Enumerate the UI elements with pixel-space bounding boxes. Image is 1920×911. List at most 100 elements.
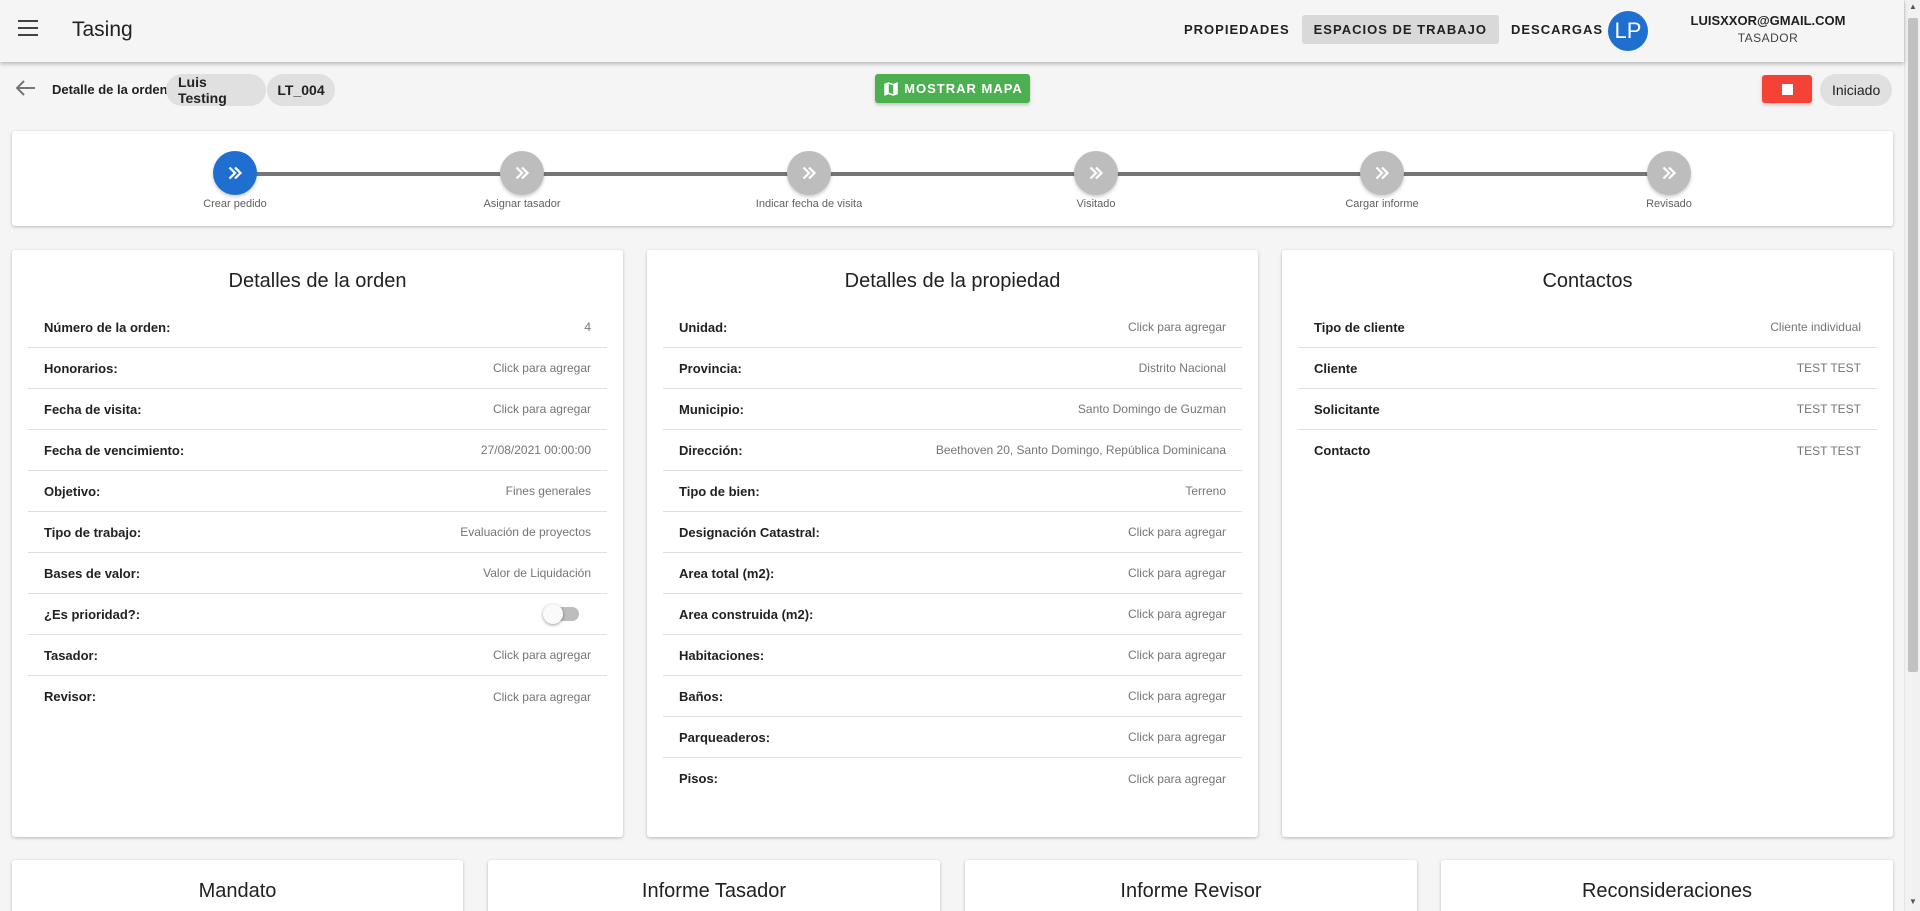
row-label: Objetivo: [44,483,101,499]
menu-icon[interactable] [18,20,38,36]
contact-row[interactable]: Tipo de cliente Cliente individual [1298,307,1877,348]
row-label: Revisor: [44,689,97,704]
row-label: Area total (m2): [679,565,775,581]
row-label: Contacto [1314,443,1371,458]
row-label: Fecha de vencimiento: [44,442,185,458]
row-value[interactable]: Evaluación de proyectos [460,525,591,539]
row-value[interactable]: Click para agregar [1128,648,1226,662]
order-row-tasador[interactable]: Tasador: Click para agregar [28,635,607,676]
contact-row[interactable]: Contacto TEST TEST [1298,430,1877,471]
row-label: Fecha de visita: [44,401,142,417]
step-chevron-icon [1360,151,1404,195]
contact-row[interactable]: Cliente TEST TEST [1298,348,1877,389]
app-bar: Tasing PROPIEDADES ESPACIOS DE TRABAJO D… [0,0,1904,62]
order-code-chip[interactable]: LT_004 [267,74,335,106]
step-label: Cargar informe [1345,198,1419,210]
property-row[interactable]: Baños: Click para agregar [663,676,1242,717]
show-map-button[interactable]: MOSTRAR MAPA [875,74,1030,103]
row-value[interactable]: Click para agregar [1128,607,1226,621]
nav-propiedades[interactable]: PROPIEDADES [1172,15,1302,44]
row-value[interactable]: Valor de Liquidación [483,566,591,580]
back-arrow-icon[interactable] [15,80,36,96]
step-indicar-fecha[interactable]: Indicar fecha de visita [734,151,884,210]
row-value: TEST TEST [1796,361,1861,375]
row-label: Número de la orden: [44,319,171,335]
row-value[interactable]: Click para agregar [1128,525,1226,539]
mandato-card: Mandato [12,860,463,911]
row-value: Cliente individual [1770,320,1861,334]
contact-row[interactable]: Solicitante TEST TEST [1298,389,1877,430]
row-value[interactable]: Beethoven 20, Santo Domingo, República D… [936,443,1226,457]
property-row[interactable]: Municipio: Santo Domingo de Guzman [663,389,1242,430]
row-label: Unidad: [679,319,728,335]
user-email: LUISXXOR@GMAIL.COM [1690,13,1846,28]
row-value[interactable]: Click para agregar [1128,320,1226,334]
row-value: TEST TEST [1796,402,1861,416]
avatar[interactable]: LP [1608,11,1648,51]
row-label: Designación Catastral: [679,524,820,540]
step-crear-pedido[interactable]: Crear pedido [160,151,310,210]
order-row-tipo-trabajo[interactable]: Tipo de trabajo: Evaluación de proyectos [28,512,607,553]
row-value[interactable]: Click para agregar [1128,566,1226,580]
order-row-fecha-visita[interactable]: Fecha de visita: Click para agregar [28,389,607,430]
nav-descargas[interactable]: DESCARGAS [1499,15,1615,44]
property-row[interactable]: Habitaciones: Click para agregar [663,635,1242,676]
property-row[interactable]: Tipo de bien: Terreno [663,471,1242,512]
reconsideraciones-card: Reconsideraciones [1441,860,1893,911]
property-row[interactable]: Parqueaderos: Click para agregar [663,717,1242,758]
step-cargar-informe[interactable]: Cargar informe [1307,151,1457,210]
row-label: Bases de valor: [44,565,141,581]
scroll-down-icon[interactable]: ▼ [1909,898,1917,906]
step-chevron-icon [1074,151,1118,195]
property-row[interactable]: Pisos: Click para agregar [663,758,1242,799]
step-chevron-icon [213,151,257,195]
nav-espacios-de-trabajo[interactable]: ESPACIOS DE TRABAJO [1301,15,1499,44]
property-row[interactable]: Designación Catastral: Click para agregar [663,512,1242,553]
order-row-bases-valor[interactable]: Bases de valor: Valor de Liquidación [28,553,607,594]
row-value[interactable]: Click para agregar [1128,730,1226,744]
card-title: Detalles de la orden [228,270,407,292]
client-chip[interactable]: Luis Testing [166,74,266,106]
row-label: Tipo de bien: [679,483,760,499]
property-row[interactable]: Dirección: Beethoven 20, Santo Domingo, R… [663,430,1242,471]
order-row-fecha-vencimiento[interactable]: Fecha de vencimiento: 27/08/2021 00:00:00 [28,430,607,471]
row-value[interactable]: Click para agregar [1128,772,1226,786]
step-chevron-icon [787,151,831,195]
row-label: Baños: [679,688,724,704]
property-row[interactable]: Area total (m2): Click para agregar [663,553,1242,594]
scroll-thumb[interactable] [1908,18,1918,672]
row-label: Parqueaderos: [679,729,771,745]
property-row[interactable]: Unidad: Click para agregar [663,307,1242,348]
order-row-honorarios[interactable]: Honorarios: Click para agregar [28,348,607,389]
row-label: Solicitante [1314,401,1380,417]
row-value[interactable]: Click para agregar [493,648,591,662]
row-value[interactable]: Santo Domingo de Guzman [1078,402,1226,416]
property-row[interactable]: Area construida (m2): Click para agregar [663,594,1242,635]
status-chip: Iniciado [1820,74,1893,106]
stop-button[interactable] [1762,75,1812,103]
scroll-up-icon[interactable]: ▲ [1909,3,1917,11]
step-revisado[interactable]: Revisado [1594,151,1744,210]
order-row-objetivo[interactable]: Objetivo: Fines generales [28,471,607,512]
row-value[interactable]: Fines generales [506,484,591,498]
row-value[interactable]: Click para agregar [493,402,591,416]
row-value[interactable]: 27/08/2021 00:00:00 [481,443,591,457]
order-details-card: Detalles de la orden Número de la orden:… [12,250,623,837]
row-value[interactable]: Click para agregar [1128,689,1226,703]
property-row[interactable]: Provincia: Distrito Nacional [663,348,1242,389]
row-value[interactable]: Click para agregar [493,690,591,704]
row-value[interactable]: Terreno [1185,484,1226,498]
row-label: Municipio: [679,401,744,417]
step-label: Crear pedido [203,198,267,210]
order-row-revisor[interactable]: Revisor: Click para agregar [28,676,607,717]
step-asignar-tasador[interactable]: Asignar tasador [447,151,597,210]
step-label: Revisado [1646,198,1692,210]
app-title: Tasing [72,18,133,41]
step-visitado[interactable]: Visitado [1021,151,1171,210]
page-scrollbar[interactable]: ▲ ▼ [1904,0,1920,911]
step-chevron-icon [500,151,544,195]
row-value[interactable]: Click para agregar [493,361,591,375]
priority-toggle[interactable] [543,604,579,624]
row-value[interactable]: Distrito Nacional [1139,361,1226,375]
user-info[interactable]: LUISXXOR@GMAIL.COM TASADOR [1680,13,1856,45]
